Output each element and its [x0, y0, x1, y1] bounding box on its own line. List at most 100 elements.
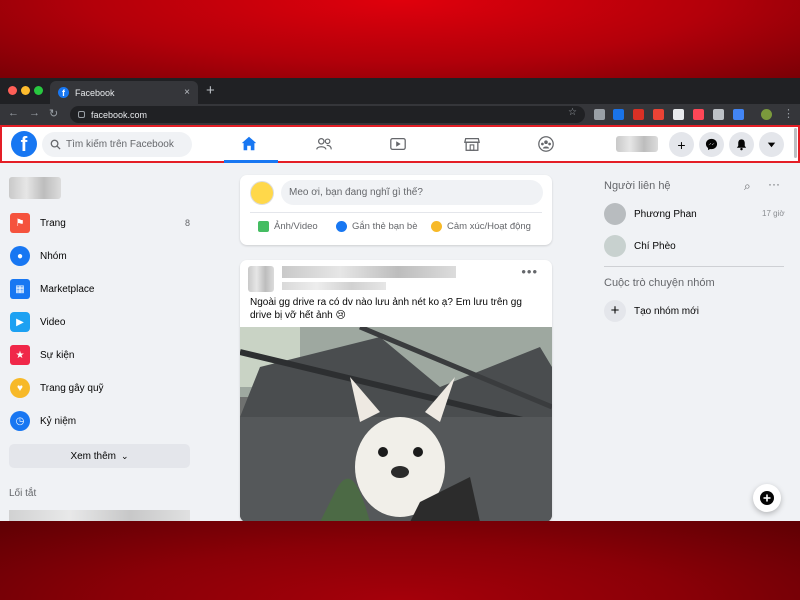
nav-friends[interactable] — [314, 134, 334, 154]
forward-icon[interactable]: → — [29, 107, 40, 119]
photo-video-button[interactable]: Ảnh/Video — [258, 221, 318, 232]
nav-home[interactable] — [239, 134, 259, 154]
close-tab-icon[interactable]: × — [184, 87, 190, 98]
nav-watch[interactable] — [388, 134, 408, 154]
contact-item[interactable]: Phương Phan — [604, 202, 697, 226]
feeling-activity-label: Cảm xúc/Hoạt động — [447, 221, 531, 232]
post-more-icon[interactable]: ••• — [521, 264, 538, 279]
messenger-button[interactable] — [699, 132, 724, 157]
browser-toolbar: ← → ↻ facebook.com ☆ ⋮ — [0, 104, 800, 125]
new-tab-button[interactable]: + — [206, 82, 215, 99]
caret-down-icon — [767, 142, 776, 148]
profile-avatar[interactable] — [761, 109, 772, 120]
post-timestamp[interactable] — [282, 282, 386, 290]
extension-icon[interactable] — [633, 109, 644, 120]
home-icon — [241, 136, 257, 151]
extension-icon[interactable] — [733, 109, 744, 120]
photo-video-label: Ảnh/Video — [274, 221, 318, 232]
address-bar[interactable]: facebook.com ☆ — [70, 106, 585, 123]
sidebar-item-label: Sự kiện — [40, 349, 75, 361]
feeling-icon — [431, 221, 442, 232]
new-message-button[interactable] — [753, 484, 781, 512]
account-menu-button[interactable] — [759, 132, 784, 157]
back-icon[interactable]: ← — [8, 107, 19, 119]
contacts-options-icon[interactable]: ··· — [768, 177, 780, 191]
photo-icon — [258, 221, 269, 232]
feed-post: ••• Ngoài gg drive ra có dv nào lưu ảnh … — [240, 260, 552, 521]
scrollbar[interactable] — [794, 128, 797, 158]
sidebar-item-groups[interactable]: ● Nhóm — [9, 245, 194, 267]
browser-menu-icon[interactable]: ⋮ — [783, 107, 794, 120]
post-photo[interactable] — [240, 327, 552, 521]
groups-icon: ● — [10, 246, 30, 266]
search-input[interactable]: Tìm kiếm trên Facebook — [42, 132, 192, 157]
sidebar-item-video[interactable]: ▶ Video — [9, 311, 194, 333]
red-frame-top — [0, 0, 800, 78]
extension-icon[interactable] — [693, 109, 704, 120]
extension-icon[interactable] — [613, 109, 624, 120]
messenger-icon — [705, 138, 718, 151]
red-frame-bottom — [0, 521, 800, 600]
calendar-icon: ★ — [10, 345, 30, 365]
bell-icon — [736, 139, 747, 151]
search-contacts-icon[interactable]: ⌕ — [744, 179, 751, 194]
post-composer: Meo ơi, bạn đang nghĩ gì thế? Ảnh/Video … — [240, 175, 552, 245]
nav-marketplace[interactable] — [462, 134, 482, 154]
create-button[interactable]: + — [669, 132, 694, 157]
tag-friends-button[interactable]: Gắn thẻ bạn bè — [336, 221, 418, 232]
group-chats-heading: Cuộc trò chuyện nhóm — [604, 277, 715, 289]
video-icon: ▶ — [10, 312, 30, 332]
user-avatar[interactable] — [250, 181, 274, 205]
flag-icon: ⚑ — [10, 213, 30, 233]
composer-divider — [250, 212, 542, 213]
sidebar-item-fundraisers[interactable]: ♥ Trang gây quỹ — [9, 377, 194, 399]
nav-groups[interactable] — [536, 134, 556, 154]
facebook-logo-icon[interactable]: f — [11, 131, 37, 157]
bookmark-star-icon[interactable]: ☆ — [568, 107, 577, 118]
post-author-name[interactable] — [282, 266, 456, 278]
plus-icon: + — [604, 300, 626, 322]
pages-count-badge: 8 — [184, 218, 190, 228]
contact-item[interactable]: Chí Phèo — [604, 234, 676, 258]
extension-icon[interactable] — [713, 109, 724, 120]
compose-message-icon — [760, 491, 774, 505]
extension-icon[interactable] — [594, 109, 605, 120]
tag-friends-label: Gắn thẻ bạn bè — [352, 221, 418, 232]
close-window-button[interactable] — [8, 86, 17, 95]
tag-friends-icon — [336, 221, 347, 232]
search-icon — [50, 139, 61, 150]
active-tab-indicator — [224, 160, 278, 163]
sidebar-item-label: Kỷ niệm — [40, 415, 77, 427]
sidebar-item-label: Video — [40, 316, 66, 328]
clock-icon: ◷ — [10, 411, 30, 431]
create-group-label: Tạo nhóm mới — [634, 305, 699, 317]
marketplace-icon — [463, 137, 481, 151]
profile-link[interactable] — [9, 177, 61, 199]
sidebar-item-pages[interactable]: ⚑ Trang 8 — [9, 212, 194, 234]
search-placeholder: Tìm kiếm trên Facebook — [66, 139, 174, 150]
sidebar-item-events[interactable]: ★ Sự kiện — [9, 344, 194, 366]
see-more-button[interactable]: Xem thêm ⌄ — [9, 444, 190, 468]
sidebar-item-marketplace[interactable]: ▦ Marketplace — [9, 278, 194, 300]
minimize-window-button[interactable] — [21, 86, 30, 95]
maximize-window-button[interactable] — [34, 86, 43, 95]
shortcut-item[interactable] — [9, 510, 190, 521]
contacts-heading: Người liên hệ — [604, 180, 671, 192]
lock-icon — [78, 111, 85, 118]
tab-title: Facebook — [75, 87, 115, 98]
sidebar-item-label: Marketplace — [40, 283, 95, 295]
groups-icon — [538, 136, 554, 152]
extension-icon[interactable] — [673, 109, 684, 120]
notifications-button[interactable] — [729, 132, 754, 157]
heart-icon: ♥ — [10, 378, 30, 398]
create-group-button[interactable]: + Tạo nhóm mới — [604, 300, 699, 322]
feeling-activity-button[interactable]: Cảm xúc/Hoạt động — [431, 221, 531, 232]
extension-icon[interactable] — [653, 109, 664, 120]
post-author-avatar[interactable] — [248, 266, 274, 292]
profile-shortcut[interactable] — [616, 136, 658, 152]
avatar — [604, 203, 626, 225]
compose-post-input[interactable]: Meo ơi, bạn đang nghĩ gì thế? — [281, 180, 543, 205]
reload-icon[interactable]: ↻ — [49, 107, 58, 120]
browser-tab[interactable]: f Facebook × — [50, 81, 198, 104]
sidebar-item-memories[interactable]: ◷ Kỷ niệm — [9, 410, 194, 432]
